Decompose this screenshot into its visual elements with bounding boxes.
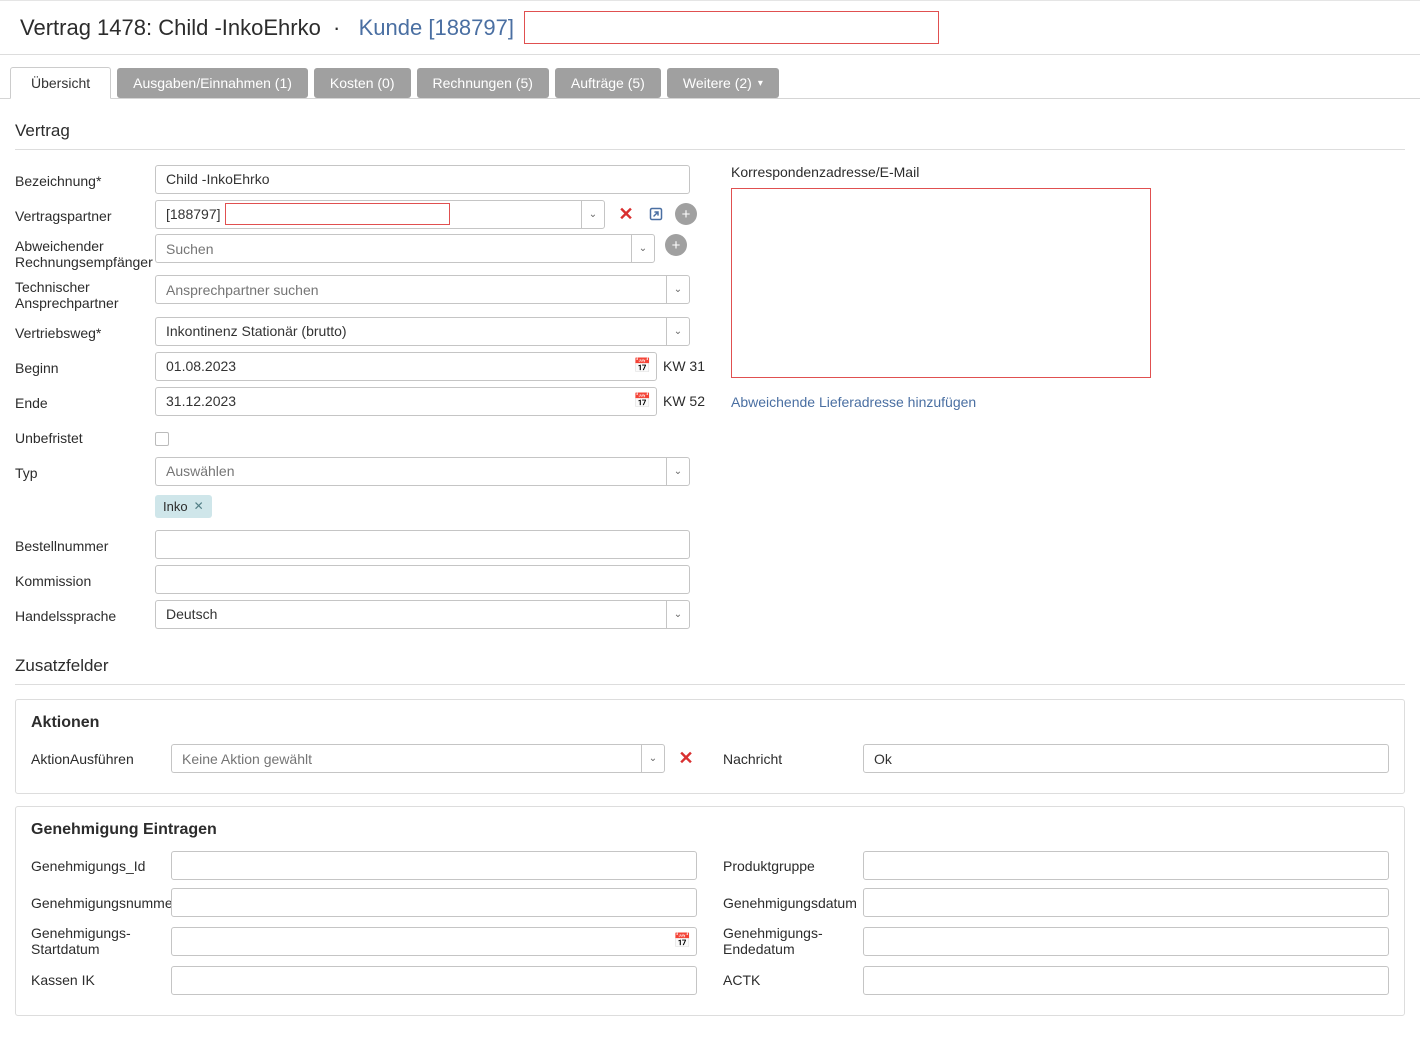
aktionen-panel: Aktionen AktionAusführen ⌄ ✕ Nachricht — [15, 699, 1405, 794]
input-handelssprache[interactable] — [155, 600, 666, 629]
aktion-dropdown-button[interactable]: ⌄ — [641, 744, 665, 773]
label-actk: ACTK — [723, 972, 863, 988]
label-handelssprache: Handelssprache — [15, 604, 155, 624]
section-contract-title: Vertrag — [15, 99, 1405, 150]
label-kommission: Kommission — [15, 569, 155, 589]
label-ansprechpartner: Technischer Ansprechpartner — [15, 275, 155, 311]
label-typ: Typ — [15, 461, 155, 481]
input-bestellnummer[interactable] — [155, 530, 690, 559]
input-ende[interactable] — [155, 387, 657, 416]
correspondence-highlight-box — [731, 188, 1151, 378]
input-gendatum[interactable] — [863, 888, 1389, 917]
rechnungsempfaenger-dropdown-button[interactable]: ⌄ — [631, 234, 655, 263]
label-aktion-ausfuehren: AktionAusführen — [31, 751, 171, 767]
section-extra-title: Zusatzfelder — [15, 634, 1405, 685]
customer-link[interactable]: Kunde [188797] — [359, 15, 514, 41]
tab-invoices-label: Rechnungen (5) — [433, 75, 533, 91]
tag-inko-remove[interactable]: ✕ — [194, 499, 204, 513]
checkbox-unbefristet[interactable] — [155, 432, 169, 446]
vertriebsweg-dropdown-button[interactable]: ⌄ — [666, 317, 690, 346]
tag-inko-label: Inko — [163, 499, 188, 514]
label-bestellnummer: Bestellnummer — [15, 534, 155, 554]
handelssprache-dropdown-button[interactable]: ⌄ — [666, 600, 690, 629]
add-rechnungsempfaenger-button[interactable]: + — [665, 234, 687, 256]
label-ende: Ende — [15, 391, 155, 411]
label-kassenik: Kassen IK — [31, 972, 171, 988]
label-beginn: Beginn — [15, 356, 155, 376]
correspondence-heading: Korrespondenzadresse/E-Mail — [731, 164, 1405, 180]
input-vertriebsweg[interactable] — [155, 317, 666, 346]
page-header: Vertrag 1478: Child -InkoEhrko · Kunde [… — [0, 0, 1420, 55]
ende-kw: KW 52 — [663, 393, 705, 409]
input-ansprechpartner[interactable] — [155, 275, 666, 304]
vertragspartner-dropdown-button[interactable]: ⌄ — [581, 200, 605, 229]
label-vertragspartner: Vertragspartner — [15, 204, 155, 224]
input-produktgruppe[interactable] — [863, 851, 1389, 880]
add-vertragspartner-button[interactable]: + — [675, 203, 697, 225]
ansprechpartner-dropdown-button[interactable]: ⌄ — [666, 275, 690, 304]
input-nachricht[interactable] — [863, 744, 1389, 773]
add-delivery-address-link[interactable]: Abweichende Lieferadresse hinzufügen — [731, 394, 976, 410]
tag-inko: Inko ✕ — [155, 495, 212, 518]
chevron-down-icon: ▾ — [758, 78, 763, 89]
label-bezeichnung: Bezeichnung* — [15, 169, 155, 189]
input-rechnungsempfaenger[interactable] — [155, 234, 631, 263]
page-title: Vertrag 1478: Child -InkoEhrko · — [20, 15, 353, 41]
header-highlight-box — [524, 11, 939, 44]
label-gendatum: Genehmigungsdatum — [723, 895, 863, 911]
label-genstart: Genehmigungs-Startdatum — [31, 925, 171, 957]
aktionen-title: Aktionen — [31, 714, 1389, 732]
input-genstart[interactable] — [171, 927, 697, 956]
typ-dropdown-button[interactable]: ⌄ — [666, 457, 690, 486]
label-produktgruppe: Produktgruppe — [723, 858, 863, 874]
tab-bar: Übersicht Ausgaben/Einnahmen (1) Kosten … — [0, 55, 1420, 99]
clear-vertragspartner-button[interactable]: ✕ — [615, 203, 637, 225]
tab-invoices[interactable]: Rechnungen (5) — [417, 68, 549, 98]
tab-overview[interactable]: Übersicht — [10, 67, 111, 99]
label-nachricht: Nachricht — [723, 751, 863, 767]
genehmigung-title: Genehmigung Eintragen — [31, 821, 1389, 839]
input-aktion-ausfuehren[interactable] — [171, 744, 641, 773]
tab-orders[interactable]: Aufträge (5) — [555, 68, 661, 98]
genehmigung-panel: Genehmigung Eintragen Genehmigungs_Id Pr… — [15, 806, 1405, 1015]
tab-overview-label: Übersicht — [31, 75, 90, 91]
input-gennummer[interactable] — [171, 888, 697, 917]
input-kassenik[interactable] — [171, 966, 697, 995]
tab-costs[interactable]: Kosten (0) — [314, 68, 411, 98]
input-typ[interactable] — [155, 457, 666, 486]
label-genid: Genehmigungs_Id — [31, 858, 171, 874]
tab-expenses[interactable]: Ausgaben/Einnahmen (1) — [117, 68, 308, 98]
input-kommission[interactable] — [155, 565, 690, 594]
vertragspartner-highlight-box — [225, 203, 450, 225]
input-beginn[interactable] — [155, 352, 657, 381]
label-vertriebsweg: Vertriebsweg* — [15, 321, 155, 341]
open-vertragspartner-button[interactable] — [645, 203, 667, 225]
beginn-kw: KW 31 — [663, 358, 705, 374]
vertragspartner-id: [188797] — [166, 206, 221, 222]
tab-costs-label: Kosten (0) — [330, 75, 395, 91]
tab-expenses-label: Ausgaben/Einnahmen (1) — [133, 75, 292, 91]
label-gennummer: Genehmigungsnummer — [31, 895, 171, 911]
tab-orders-label: Aufträge (5) — [571, 75, 645, 91]
input-genid[interactable] — [171, 851, 697, 880]
input-vertragspartner[interactable]: [188797] — [155, 200, 581, 229]
clear-aktion-button[interactable]: ✕ — [675, 748, 697, 770]
label-genende: Genehmigungs-Endedatum — [723, 925, 863, 957]
input-actk[interactable] — [863, 966, 1389, 995]
label-unbefristet: Unbefristet — [15, 426, 155, 446]
input-genende[interactable] — [863, 927, 1389, 956]
input-bezeichnung[interactable] — [155, 165, 690, 194]
label-rechnungsempfaenger: Abweichender Rechnungsempfänger — [15, 234, 155, 270]
tab-more-label: Weitere (2) — [683, 75, 752, 91]
tab-more[interactable]: Weitere (2) ▾ — [667, 68, 779, 98]
